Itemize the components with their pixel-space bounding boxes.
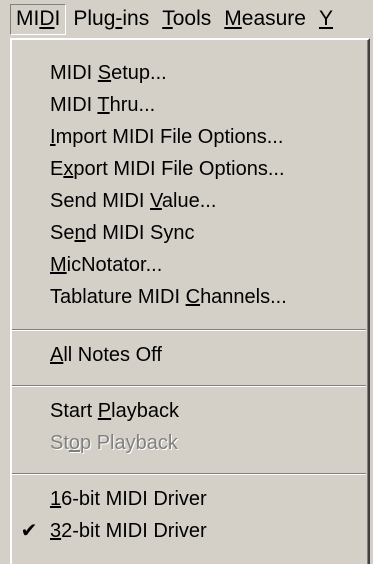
midi-dropdown-menu: MIDI Setup... MIDI Thru... Import MIDI F… xyxy=(10,38,370,564)
menu-item-16-bit-midi-driver[interactable]: 16-bit MIDI Driver xyxy=(12,484,366,514)
menu-separator xyxy=(12,473,366,475)
menu-item-start-playback[interactable]: Start Playback xyxy=(12,396,366,426)
menu-item-32-bit-midi-driver[interactable]: ✔ 32-bit MIDI Driver xyxy=(12,516,366,546)
menu-bar: MIDI Plug-ins Tools Measure Y xyxy=(0,0,373,38)
menu-item-export-midi-file-options[interactable]: Export MIDI File Options... xyxy=(12,154,366,184)
menu-item-midi-thru[interactable]: MIDI Thru... xyxy=(12,90,366,120)
menu-item-send-midi-sync[interactable]: Send MIDI Sync xyxy=(12,218,366,248)
menu-plug-ins[interactable]: Plug-ins xyxy=(67,4,155,35)
menu-midi[interactable]: MIDI xyxy=(10,3,67,35)
menu-separator xyxy=(12,329,366,331)
menu-item-micnotator[interactable]: MicNotator... xyxy=(12,250,366,280)
menu-measure[interactable]: Measure xyxy=(218,4,312,35)
menu-item-send-midi-value[interactable]: Send MIDI Value... xyxy=(12,186,366,216)
checkmark-icon: ✔ xyxy=(20,520,38,542)
menu-item-import-midi-file-options[interactable]: Import MIDI File Options... xyxy=(12,122,366,152)
menu-separator xyxy=(12,385,366,387)
screen: MIDI Plug-ins Tools Measure Y MIDI Setup… xyxy=(0,0,373,564)
menu-item-tablature-midi-channels[interactable]: Tablature MIDI Channels... xyxy=(12,282,366,312)
menu-item-stop-playback: Stop Playback xyxy=(50,432,178,454)
menu-partial[interactable]: Y xyxy=(313,4,339,35)
menu-tools[interactable]: Tools xyxy=(156,4,217,35)
menu-item-all-notes-off[interactable]: All Notes Off xyxy=(12,340,366,370)
menu-item-midi-setup[interactable]: MIDI Setup... xyxy=(12,58,366,88)
